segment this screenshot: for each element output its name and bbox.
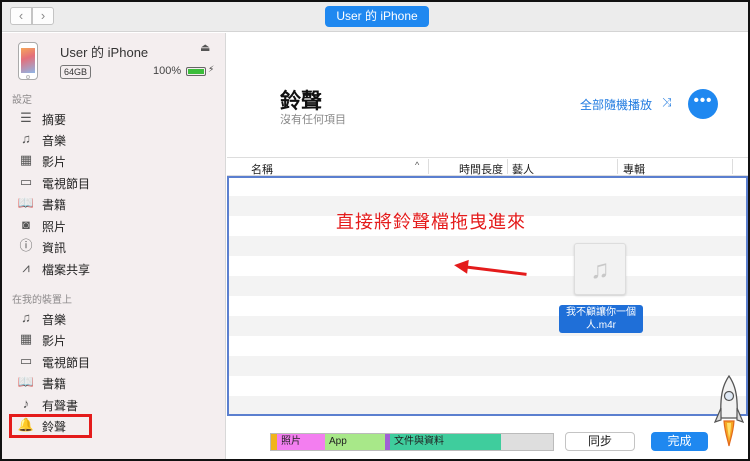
empty-row [229, 356, 746, 376]
info-icon: ⓘ [19, 238, 33, 253]
dragged-file-name[interactable]: 我不顧讓你一個人.m4r [559, 305, 643, 333]
sidebar-item-tv[interactable]: ▭ 電視節目 [15, 172, 215, 192]
drag-instruction-annotation: 直接將鈴聲檔拖曳進來 [336, 212, 526, 232]
sidebar-item-label: 電視節目 [42, 356, 91, 370]
tv-icon: ▭ [19, 174, 33, 189]
sidebar-item-photos[interactable]: ◙ 照片 [15, 215, 215, 235]
rocket-logo-icon [714, 374, 744, 447]
sidebar-item-label: 影片 [42, 155, 67, 169]
sidebar-item-books[interactable]: 📖 書籍 [15, 193, 215, 213]
main-content: 鈴聲 沒有任何項目 全部隨機播放 ⤨ ••• 名稱 ^ 時間長度 藝人 專輯 直… [227, 33, 748, 459]
sidebar-item-device-books[interactable]: 📖 書籍 [15, 372, 215, 392]
audiobook-icon: ♪ [22, 396, 30, 411]
sidebar-item-device-music[interactable]: ♫ 音樂 [15, 308, 215, 328]
settings-section-title: 設定 [12, 95, 32, 106]
more-options-button[interactable]: ••• [688, 89, 718, 119]
shuffle-icon[interactable]: ⤨ [662, 95, 672, 110]
ringtone-drop-area[interactable]: 直接將鈴聲檔拖曳進來 ♫ 我不顧讓你一個人.m4r [227, 176, 748, 416]
column-header-name[interactable]: 名稱 [251, 161, 273, 177]
annotation-arrow [461, 265, 527, 276]
tv-icon: ▭ [19, 353, 33, 368]
sidebar-item-device-audiobooks[interactable]: ♪ 有聲書 [15, 394, 215, 414]
on-device-section-title: 在我的裝置上 [12, 295, 72, 306]
sidebar-item-movies[interactable]: ▦ 影片 [15, 150, 215, 170]
sidebar-item-label: 音樂 [42, 134, 67, 148]
book-icon: 📖 [17, 374, 35, 389]
empty-row [229, 276, 746, 296]
done-button[interactable]: 完成 [651, 432, 708, 451]
back-button[interactable]: ‹ [10, 7, 32, 25]
sidebar-item-file-sharing[interactable]: ⩘ 檔案共享 [15, 258, 215, 278]
app-store-icon: ⩘ [22, 260, 30, 275]
column-divider [507, 159, 508, 174]
empty-row [229, 316, 746, 336]
storage-segment-photos: 照片 [277, 434, 325, 450]
sidebar-item-device-tv[interactable]: ▭ 電視節目 [15, 351, 215, 371]
book-icon: 📖 [17, 195, 35, 210]
forward-button[interactable]: › [32, 7, 54, 25]
music-icon: ♫ [21, 310, 31, 325]
storage-bar: 照片 App 文件與資料 [270, 433, 554, 451]
sidebar-item-info[interactable]: ⓘ 資訊 [15, 236, 215, 256]
column-divider [732, 159, 733, 174]
sidebar-item-label: 有聲書 [42, 399, 79, 413]
eject-icon[interactable]: ⏏ [200, 41, 210, 54]
empty-row [229, 396, 746, 414]
battery-percent: 100% [153, 65, 182, 77]
summary-icon: ☰ [20, 110, 32, 125]
sidebar-item-label: 資訊 [42, 241, 67, 255]
device-header: User 的 iPhone ⏏ 64GB 100% ⚡ [2, 33, 226, 89]
sidebar-item-label: 摘要 [42, 113, 67, 127]
movie-icon: ▦ [19, 331, 33, 346]
device-name: User 的 iPhone [60, 45, 149, 60]
sidebar-item-label: 書籍 [42, 377, 67, 391]
device-button[interactable]: User 的 iPhone [325, 6, 429, 27]
sidebar-item-summary[interactable]: ☰ 摘要 [15, 108, 215, 128]
column-header-artist[interactable]: 藝人 [512, 161, 534, 177]
sidebar-item-label: 影片 [42, 334, 67, 348]
sidebar-item-label: 電視節目 [42, 177, 91, 191]
sidebar-item-label: 書籍 [42, 198, 67, 212]
sort-ascending-icon[interactable]: ^ [415, 160, 419, 170]
bottom-bar: 照片 App 文件與資料 同步 完成 [227, 421, 748, 459]
storage-segment-documents: 文件與資料 [390, 434, 501, 450]
sidebar-item-music[interactable]: ♫ 音樂 [15, 129, 215, 149]
sidebar-item-label: 檔案共享 [42, 263, 91, 277]
column-header-album[interactable]: 專輯 [623, 161, 645, 177]
column-divider [617, 159, 618, 174]
column-header-duration[interactable]: 時間長度 [459, 161, 503, 177]
empty-row [229, 236, 746, 256]
ringtones-highlight-box [9, 414, 92, 438]
camera-icon: ◙ [22, 217, 30, 232]
movie-icon: ▦ [19, 152, 33, 167]
sidebar-item-label: 音樂 [42, 313, 67, 327]
music-file-icon[interactable]: ♫ [574, 243, 626, 295]
toolbar: ‹ › User 的 iPhone [2, 2, 748, 32]
sidebar-item-label: 照片 [42, 220, 67, 234]
shuffle-all-link[interactable]: 全部隨機播放 [580, 96, 652, 113]
iphone-icon [18, 42, 38, 80]
charging-icon: ⚡ [208, 64, 215, 74]
storage-segment-apps: App [325, 434, 385, 450]
sidebar-item-device-movies[interactable]: ▦ 影片 [15, 329, 215, 349]
table-header: 名稱 ^ 時間長度 藝人 專輯 [227, 157, 748, 176]
music-icon: ♫ [21, 131, 31, 146]
battery-icon [186, 67, 206, 76]
page-subtitle: 沒有任何項目 [280, 114, 346, 126]
capacity-badge: 64GB [60, 65, 92, 79]
annotation-arrow-head [453, 258, 469, 274]
sync-button[interactable]: 同步 [565, 432, 635, 451]
sidebar: User 的 iPhone ⏏ 64GB 100% ⚡ 設定 ☰ 摘要 ♫ 音樂… [2, 33, 226, 459]
itunes-window: ‹ › User 的 iPhone User 的 iPhone ⏏ 64GB 1… [0, 0, 750, 461]
column-divider [428, 159, 429, 174]
